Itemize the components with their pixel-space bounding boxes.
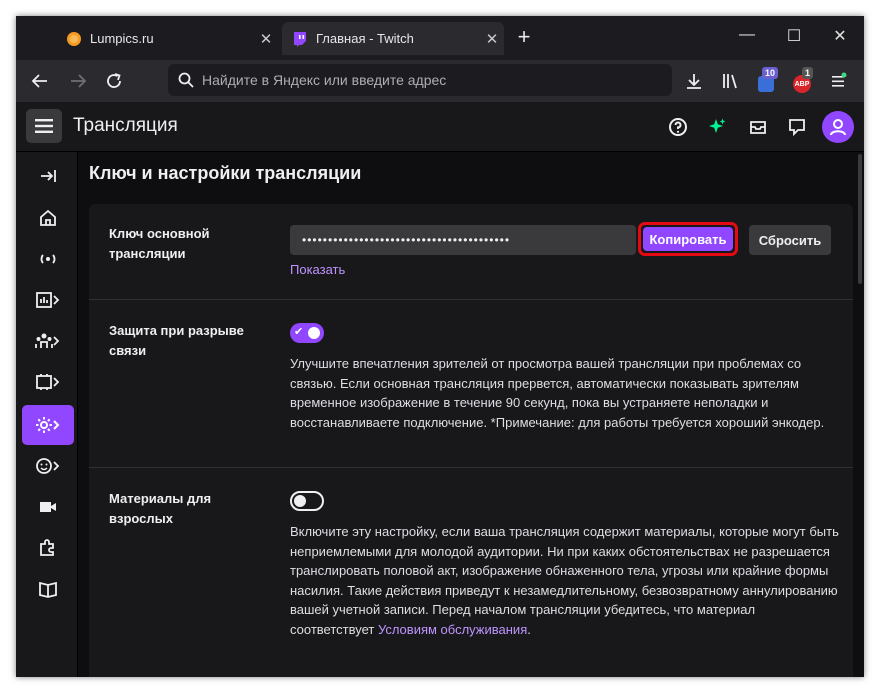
copy-button-highlight: Копировать [638, 222, 738, 256]
home-icon[interactable] [22, 200, 74, 236]
scrollbar[interactable] [856, 152, 864, 677]
main-content: Ключ и настройки трансляции Ключ основно… [78, 152, 864, 677]
new-tab-button[interactable]: + [512, 26, 536, 50]
analytics-icon[interactable] [22, 282, 74, 318]
expand-sidebar-icon[interactable] [22, 158, 74, 194]
sparkle-icon[interactable] [704, 114, 730, 140]
extension-badge: 10 [762, 67, 779, 79]
disconnect-protection-label: Защита при разрыве связи [109, 323, 244, 358]
stream-key-field[interactable]: •••••••••••••••••••••••••••••••••••••••• [290, 225, 636, 255]
stream-key-label: Ключ основной трансляции [109, 226, 210, 261]
tab-title: Lumpics.ru [90, 31, 154, 46]
search-icon [178, 72, 194, 88]
tab-lumpics[interactable]: Lumpics.ru ✕ [56, 22, 278, 55]
forward-icon[interactable] [64, 67, 92, 95]
settings-card: Ключ основной трансляции •••••••••••••••… [89, 204, 853, 677]
disconnect-protection-toggle[interactable]: ✔ [290, 323, 324, 343]
navigation-bar: Найдите в Яндекс или введите адрес 10 AB… [16, 60, 864, 102]
toggle-knob [308, 327, 320, 339]
browser-window: Lumpics.ru ✕ Главная - Twitch ✕ + — ☐ ✕ [16, 16, 864, 677]
book-icon[interactable] [22, 571, 74, 607]
description-end: . [527, 621, 531, 637]
close-tab-icon[interactable]: ✕ [254, 30, 278, 48]
whispers-icon[interactable] [784, 114, 810, 140]
reset-button[interactable]: Сбросить [749, 225, 831, 255]
download-icon[interactable] [680, 67, 708, 95]
settings-nav-item[interactable] [22, 405, 74, 445]
reload-icon[interactable] [100, 67, 128, 95]
stream-key-row: Ключ основной трансляции •••••••••••••••… [89, 204, 853, 300]
video-camera-icon[interactable] [22, 489, 74, 525]
disconnect-protection-description: Улучшите впечатления зрителей от просмот… [290, 356, 825, 430]
close-tab-icon[interactable]: ✕ [480, 30, 504, 48]
app-header: Трансляция [16, 102, 864, 152]
mature-content-toggle[interactable] [290, 491, 324, 511]
tab-title: Главная - Twitch [316, 31, 414, 46]
inbox-icon[interactable] [745, 114, 771, 140]
broadcast-icon[interactable] [22, 241, 74, 277]
show-key-link[interactable]: Показать [290, 262, 345, 277]
user-icon [830, 119, 846, 136]
content-icon[interactable] [22, 364, 74, 400]
extensions-puzzle-icon[interactable] [22, 530, 74, 566]
gear-icon [36, 417, 60, 433]
mature-content-row: Материалы для взрослых Включите эту наст… [89, 467, 853, 677]
back-icon[interactable] [26, 67, 54, 95]
scrollbar-thumb[interactable] [858, 154, 862, 284]
mature-content-label: Материалы для взрослых [109, 491, 212, 526]
hamburger-menu-icon[interactable] [26, 109, 62, 143]
page-title: Трансляция [73, 115, 178, 136]
toggle-knob [294, 495, 306, 507]
adblock-icon[interactable]: ABP 1 [788, 67, 816, 95]
creator-sidebar [16, 152, 78, 677]
close-window-icon[interactable]: ✕ [828, 26, 852, 50]
extension-counter-icon[interactable]: 10 [752, 67, 780, 95]
help-icon[interactable] [665, 114, 691, 140]
section-title: Ключ и настройки трансляции [89, 163, 362, 183]
address-placeholder: Найдите в Яндекс или введите адрес [202, 72, 447, 88]
address-bar[interactable]: Найдите в Яндекс или введите адрес [168, 64, 672, 96]
minimize-icon[interactable]: — [735, 26, 759, 50]
twitch-icon [292, 31, 308, 47]
lumpics-favicon-icon [66, 31, 82, 47]
disconnect-protection-row: Защита при разрыве связи ✔ Улучшите впеч… [89, 299, 853, 468]
library-icon[interactable] [716, 67, 744, 95]
avatar[interactable] [822, 111, 854, 143]
menu-dots-icon[interactable] [824, 67, 852, 95]
checkmark-icon: ✔ [294, 326, 304, 338]
maximize-icon[interactable]: ☐ [782, 26, 806, 50]
mature-content-text: Включите эту настройку, если ваша трансл… [290, 524, 839, 637]
tab-bar: Lumpics.ru ✕ Главная - Twitch ✕ + — ☐ ✕ [16, 16, 864, 60]
extension-badge: 1 [802, 67, 814, 79]
emote-icon[interactable] [22, 448, 74, 484]
mature-content-description: Включите эту настройку, если ваша трансл… [290, 522, 840, 640]
terms-of-service-link[interactable]: Условиям обслуживания [378, 622, 527, 637]
tab-twitch[interactable]: Главная - Twitch ✕ [282, 22, 504, 55]
community-icon[interactable] [22, 323, 74, 359]
copy-button[interactable]: Копировать [643, 227, 733, 251]
